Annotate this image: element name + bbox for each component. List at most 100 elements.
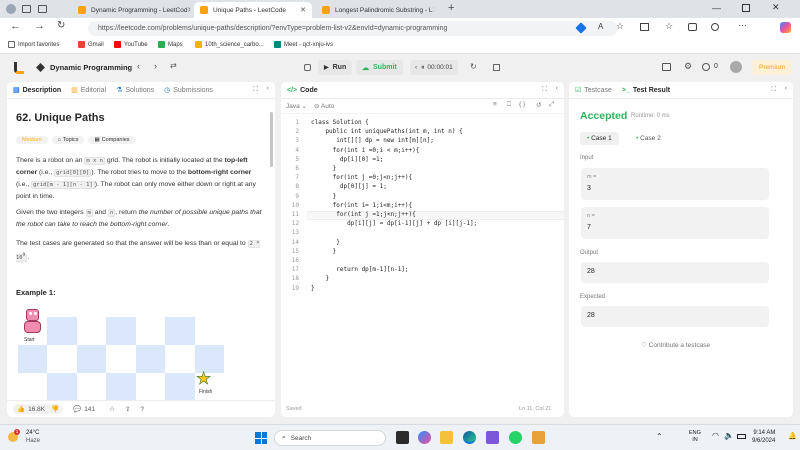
minimize-button[interactable]: — [712, 3, 721, 13]
code-line[interactable]: 1 class Solution { [281, 119, 564, 128]
run-button[interactable]: ▶ Run [318, 60, 353, 75]
favorite-gmail[interactable]: Gmail [78, 41, 104, 48]
code-line[interactable]: 11 for(int j =1;j<n;j++){ [281, 211, 564, 220]
code-line[interactable]: 18 } [281, 275, 564, 284]
thumbs-down-icon[interactable]: 👎 [51, 405, 59, 413]
browser-extensions-icon[interactable] [711, 23, 719, 31]
wifi-icon[interactable]: ◠ [712, 431, 719, 440]
bookmark-icon[interactable]: ⎕ [507, 101, 511, 109]
copilot-taskbar-icon[interactable] [418, 431, 431, 444]
braces-icon[interactable]: { } [519, 101, 525, 108]
read-aloud-icon[interactable]: A [598, 22, 603, 31]
contribute-testcase-link[interactable]: ♡ Contribute a testcase [641, 341, 710, 349]
topics-chip[interactable]: ⌂ Topics [51, 136, 85, 144]
favorite-youtube[interactable]: YouTube [114, 41, 148, 48]
coin-icon[interactable] [702, 63, 710, 71]
code-line[interactable]: 12 dp[i][j] = dp[i-1][j] + dp [i][j-1]; [281, 220, 564, 229]
prev-problem-icon[interactable]: ‹ [137, 61, 140, 71]
close-tab-icon[interactable]: ✕ [433, 6, 434, 14]
tab-test-result[interactable]: >_ Test Result [622, 87, 670, 94]
reset-code-icon[interactable]: ↺ [536, 101, 541, 109]
favorite-star-icon[interactable]: ☆ [616, 21, 624, 32]
share-icon[interactable]: ⇪ [125, 405, 130, 413]
like-button[interactable]: 👍 16.8K 👎 [13, 404, 64, 414]
edge-icon[interactable] [463, 431, 476, 444]
tab-solutions[interactable]: ⚗ Solutions [116, 86, 154, 95]
language-select[interactable]: Java ⌄ [286, 102, 307, 110]
tab-code[interactable]: </> Code [287, 87, 318, 94]
problem-list-title[interactable]: Dynamic Programming [50, 63, 132, 72]
tab-editorial[interactable]: ▥ Editorial [71, 86, 106, 95]
notification-bell-icon[interactable]: 🔔 [788, 432, 797, 440]
tray-chevron-icon[interactable]: ⌃ [656, 432, 663, 441]
battery-icon[interactable] [737, 434, 746, 439]
code-line[interactable]: 2 public int uniquePaths(int m, int n) { [281, 128, 564, 137]
description-scrollbar[interactable] [270, 112, 273, 167]
shuffle-icon[interactable]: ⇄ [170, 61, 177, 70]
comments-button[interactable]: 💬 141 [73, 405, 95, 414]
volume-icon[interactable]: 🔈 [724, 431, 734, 440]
forward-arrow-icon[interactable]: → [34, 20, 45, 32]
tab-description[interactable]: ▤ Description [13, 86, 61, 95]
code-line[interactable]: 9 } [281, 193, 564, 202]
collapse-result-icon[interactable]: ‹ [785, 85, 787, 92]
browser-tab-unique-paths[interactable]: Unique Paths - LeetCode ✕ [194, 2, 312, 18]
maximize-button[interactable] [742, 4, 750, 12]
close-tab-icon[interactable]: ✕ [300, 6, 306, 14]
debug-icon[interactable] [304, 64, 311, 71]
expand-result-icon[interactable]: ⛶ [771, 86, 776, 94]
fullscreen-icon[interactable]: ⤢ [549, 101, 554, 109]
leetcode-logo-icon[interactable] [14, 62, 24, 74]
tab-testcase[interactable]: ☑ Testcase [575, 86, 612, 95]
windows-start-icon[interactable] [255, 432, 267, 444]
new-tab-button[interactable]: + [448, 2, 454, 14]
whatsapp-icon[interactable] [509, 431, 522, 444]
copilot-icon[interactable] [780, 22, 791, 33]
help-icon[interactable]: ? [140, 406, 144, 413]
refresh-icon[interactable]: ↻ [57, 20, 65, 31]
tab-submissions[interactable]: ◷ Submissions [164, 86, 213, 95]
browser-tab-dp[interactable]: Dynamic Programming - LeetCod ✕ [72, 2, 190, 18]
taskbar-search-box[interactable]: ⌕ Search [274, 430, 386, 446]
notes-icon[interactable] [493, 64, 500, 71]
url-field[interactable]: https://leetcode.com/problems/unique-pat… [88, 21, 618, 36]
expand-code-icon[interactable]: ⛶ [542, 86, 547, 94]
code-line[interactable]: 17 return dp[m-1][n-1]; [281, 266, 564, 275]
file-explorer-icon[interactable] [440, 431, 453, 444]
next-problem-icon[interactable]: › [154, 61, 157, 71]
companies-chip[interactable]: ▦ Companies [88, 136, 136, 144]
code-editor[interactable]: 1 class Solution {2 public int uniquePath… [281, 119, 564, 299]
dark-app-icon[interactable] [396, 431, 409, 444]
favorite-maps[interactable]: Maps [158, 41, 183, 48]
auto-complete-toggle[interactable]: ⊖ Auto [314, 102, 334, 110]
favorite-icon[interactable]: ☆ [109, 405, 115, 413]
reset-timer-icon[interactable]: ↻ [470, 62, 477, 71]
timer-widget[interactable]: ‹ ⏸ 00:00:01 [410, 60, 458, 75]
code-line[interactable]: 6 } [281, 165, 564, 174]
favorite-import[interactable]: Import favorites [8, 41, 59, 48]
favorite-meet[interactable]: Meet - qct-xnju-ivs [274, 41, 333, 48]
code-line[interactable]: 19} [281, 285, 564, 294]
workspaces-icon[interactable] [22, 5, 31, 13]
case-tab-1[interactable]: • Case 1 [580, 132, 619, 145]
code-line[interactable]: 4 for(int i =0;i < m;i++){ [281, 147, 564, 156]
code-line[interactable]: 14 } [281, 239, 564, 248]
code-line[interactable]: 3 int[][] dp = new int[m][n]; [281, 137, 564, 146]
expand-panel-icon[interactable]: ⛶ [253, 86, 258, 94]
collapse-panel-icon[interactable]: ‹ [267, 85, 269, 92]
clock[interactable]: 9:14 AM 9/6/2024 [752, 429, 775, 445]
collections-icon[interactable] [688, 23, 697, 31]
pause-icon[interactable]: ⏸ [421, 64, 424, 72]
store-icon[interactable] [486, 431, 499, 444]
close-tab-icon[interactable]: ✕ [187, 6, 190, 14]
settings-gear-icon[interactable]: ⚙ [684, 61, 692, 72]
layout-icon[interactable] [662, 63, 671, 71]
timer-collapse-icon[interactable]: ‹ [415, 64, 417, 71]
favorite-science[interactable]: 10th_science_carbo... [195, 41, 264, 48]
collapse-code-icon[interactable]: ‹ [556, 85, 558, 92]
code-line[interactable]: 15 } [281, 248, 564, 257]
favorites-icon[interactable]: ☆ [665, 21, 673, 32]
split-screen-icon[interactable] [640, 23, 649, 31]
tab-actions-icon[interactable] [38, 5, 47, 13]
avatar[interactable] [730, 61, 742, 73]
